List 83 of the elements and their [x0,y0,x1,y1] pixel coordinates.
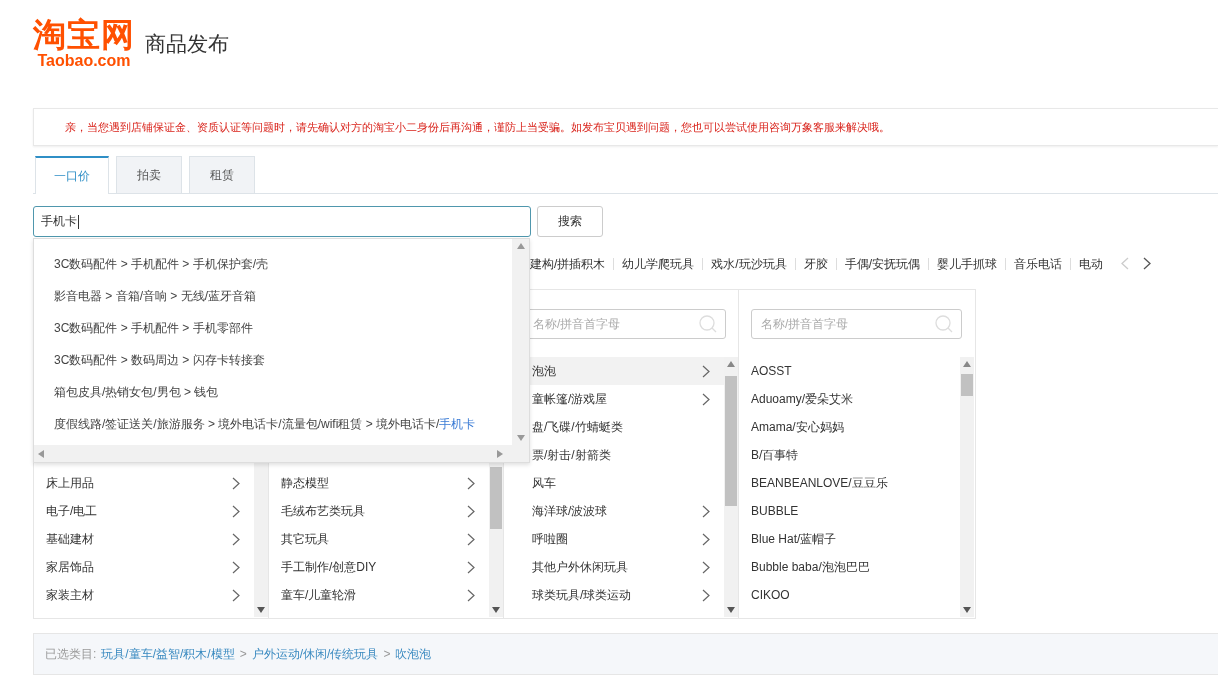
category-link[interactable]: 戏水/玩沙玩具 [702,257,795,270]
page-title: 商品发布 [145,31,229,57]
suggestion-item[interactable]: 3C数码配件 > 手机配件 > 手机保护套/壳 [54,248,512,280]
chevron-right-icon [232,532,240,546]
category-item[interactable]: 静态模型 [269,469,489,497]
scroll-right-icon[interactable] [497,449,503,458]
breadcrumb-separator: > [239,647,247,661]
scroll-down-icon[interactable] [257,607,265,613]
chevron-right-icon [467,560,475,574]
scroll-left-icon[interactable] [38,449,44,458]
chevron-right-icon [702,392,710,406]
category-item[interactable]: 呼啦圈 [504,525,724,553]
category-item[interactable]: 家装主材 [34,581,254,609]
category-link[interactable]: 音乐电话 [1005,257,1071,270]
breadcrumb-link[interactable]: 吹泡泡 [395,645,432,663]
category-item[interactable]: 风车 [504,469,724,497]
scrollbar-thumb[interactable] [725,376,737,506]
breadcrumb-link[interactable]: 玩具/童车/益智/积木/模型 [101,645,235,663]
search-icon [699,315,717,333]
search-field[interactable]: 手机卡 [33,206,531,237]
chevron-right-icon [702,364,710,378]
search-icon [935,315,953,333]
chevron-right-icon [702,504,710,518]
scroll-up-icon[interactable] [727,361,735,367]
chevron-right-icon [467,588,475,602]
category-item[interactable]: Bubble baba/泡泡巴巴 [739,553,960,581]
category-item[interactable]: 海洋球/波波球 [504,497,724,525]
category-link[interactable]: 牙胶 [794,257,836,270]
category-item[interactable]: 手工制作/创意DIY [269,553,489,581]
scroll-down-icon[interactable] [963,607,971,613]
logo-text: 淘宝网 [33,18,135,52]
category-item[interactable]: 其他户外休闲玩具 [504,553,724,581]
category-item[interactable]: 球类玩具/球类运动 [504,581,724,609]
scroll-down-icon[interactable] [727,607,735,613]
scroll-up-icon[interactable] [516,243,525,249]
category-item[interactable]: 家居饰品 [34,553,254,581]
chevron-right-icon [232,588,240,602]
category-item[interactable]: 电子/电工 [34,497,254,525]
chevron-right-icon [467,532,475,546]
category-item[interactable]: Amama/安心妈妈 [739,413,960,441]
category-item[interactable]: 毛绒布艺类玩具 [269,497,489,525]
logo-subtext: Taobao.com [37,52,131,70]
breadcrumb-link[interactable]: 户外运动/休闲/传统玩具 [251,645,379,663]
category-item[interactable]: 其它玩具 [269,525,489,553]
chevron-right-icon [467,476,475,490]
chevron-right-icon [702,532,710,546]
chevron-right-icon [232,560,240,574]
category-link[interactable]: 幼儿学爬玩具 [613,257,703,270]
breadcrumb-separator: > [383,647,391,661]
category-link[interactable]: 电动 [1070,257,1112,270]
category-item[interactable]: Blue Hat/蓝帽子 [739,525,960,553]
chevron-right-icon [467,504,475,518]
category-item[interactable]: Aduoamy/爱朵艾米 [739,385,960,413]
category-link[interactable]: 建构/拼插积木 [530,257,614,270]
tab[interactable]: 拍卖 [116,156,182,193]
tab[interactable]: 租赁 [189,156,255,193]
category-item[interactable]: AOSST [739,357,960,385]
scrollbar-thumb[interactable] [490,467,502,529]
category-item[interactable]: BEANBEANLOVE/豆豆乐 [739,469,960,497]
tab[interactable]: 一口价 [35,156,109,194]
text-cursor [78,214,79,229]
chevron-right-icon [702,588,710,602]
scroll-up-icon[interactable] [963,361,971,367]
category-item[interactable]: 童车/儿童轮滑 [269,581,489,609]
category-item[interactable]: 床上用品 [34,469,254,497]
category-item[interactable]: B/百事特 [739,441,960,469]
category-item[interactable]: BUBBLE [739,497,960,525]
category-link[interactable]: 手偶/安抚玩偶 [835,257,929,270]
chevron-right-icon [232,504,240,518]
scrollbar-thumb[interactable] [961,374,973,396]
category-item[interactable]: CIKOO [739,581,960,609]
notice-text: 亲，当您遇到店铺保证金、资质认证等问题时，请先确认对方的淘宝小二身份后再沟通，谨防上当受骗。如发布宝贝遇到问题，您也可以尝试使用咨询万象客服来解决哦。 [33,108,1218,146]
selected-category-label: 已选类目: [45,645,97,663]
suggestion-item[interactable]: 影音电器 > 音箱/音响 > 无线/蓝牙音箱 [54,280,512,312]
next-icon[interactable] [1143,257,1152,270]
category-link[interactable]: 婴儿手抓球 [928,257,1006,270]
previous-icon[interactable] [1121,257,1130,270]
search-button[interactable]: 搜索 [537,206,603,237]
category-item[interactable]: 基础建材 [34,525,254,553]
scroll-down-icon[interactable] [492,607,500,613]
suggestion-item[interactable]: 3C数码配件 > 手机配件 > 手机零部件 [54,312,512,344]
chevron-right-icon [702,560,710,574]
chevron-right-icon [232,476,240,490]
